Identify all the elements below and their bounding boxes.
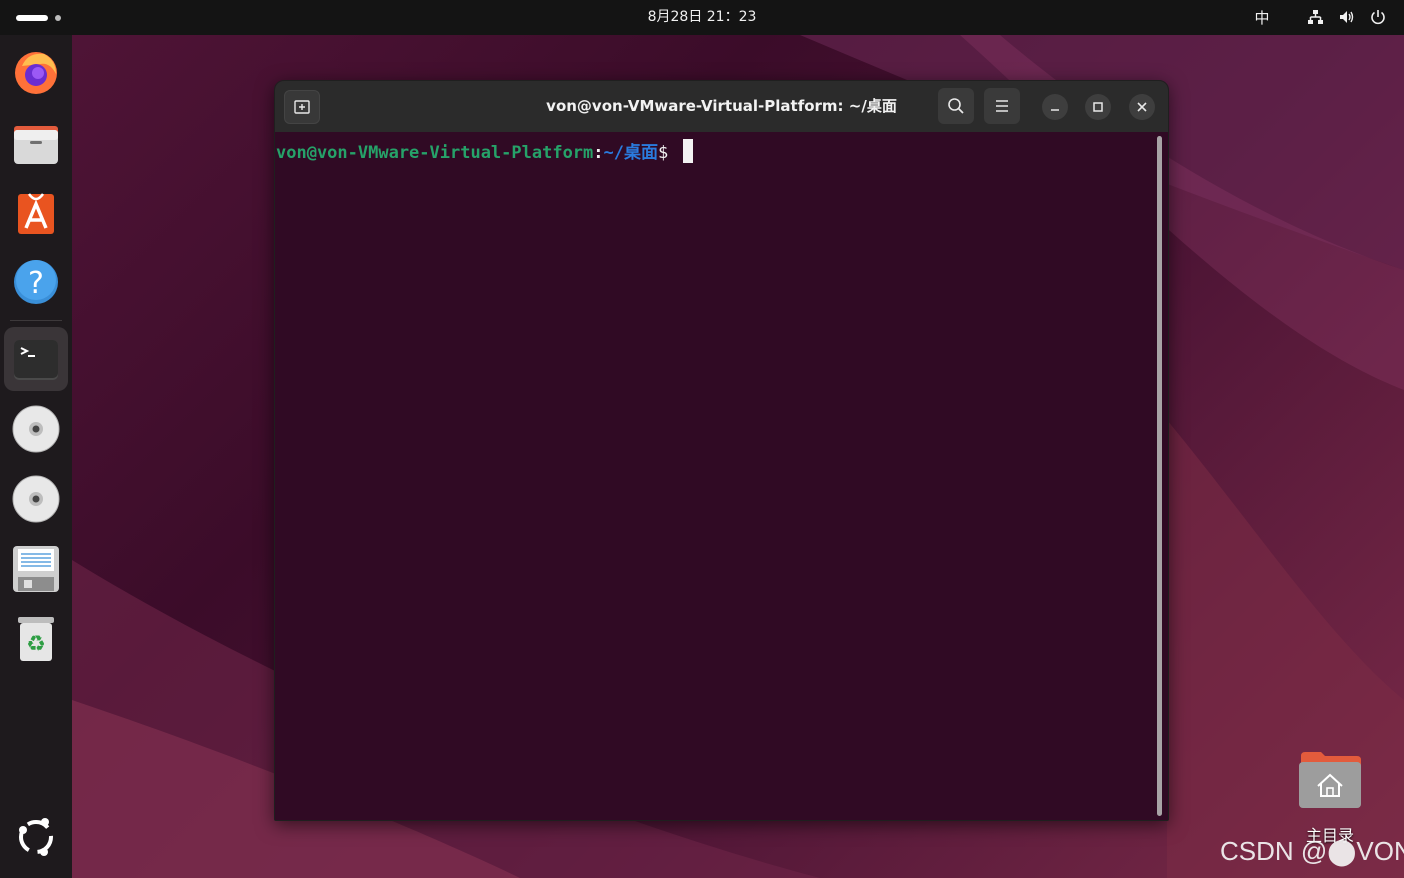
new-tab-icon: [294, 100, 310, 114]
svg-text:?: ?: [28, 266, 44, 301]
desktop-home-folder[interactable]: [1297, 750, 1363, 810]
dock: ? ♻: [0, 35, 72, 878]
cd-drive-icon: [12, 475, 60, 523]
minimize-icon: [1051, 109, 1059, 111]
network-icon: [1306, 8, 1326, 28]
prompt-user-host: von@von-VMware-Virtual-Platform: [276, 143, 594, 163]
show-apps-icon: [19, 818, 53, 856]
system-status-area[interactable]: [1302, 8, 1392, 28]
dock-separator: [10, 320, 62, 321]
hamburger-menu-icon: [996, 100, 1008, 112]
maximize-button[interactable]: [1085, 94, 1111, 120]
volume-icon: [1338, 8, 1358, 28]
watermark-text: CSDN @⬤VON: [1220, 836, 1404, 866]
dock-firefox[interactable]: [4, 40, 68, 104]
terminal-output[interactable]: von@von-VMware-Virtual-Platform:~/桌面$: [275, 132, 1155, 820]
search-button[interactable]: [938, 88, 974, 124]
cd-drive-icon: [12, 405, 60, 453]
help-icon: ?: [14, 260, 58, 304]
dock-help[interactable]: ?: [4, 250, 68, 314]
home-folder-icon: [1299, 752, 1361, 808]
dock-cd-drive-2[interactable]: [4, 467, 68, 531]
terminal-window[interactable]: von@von-VMware-Virtual-Platform: ~/桌面 vo…: [274, 80, 1169, 821]
dock-floppy[interactable]: [4, 537, 68, 601]
text-cursor: [682, 139, 693, 163]
dock-trash[interactable]: ♻: [4, 607, 68, 671]
prompt-path: ~/桌面: [603, 143, 659, 163]
dock-files[interactable]: [4, 110, 68, 174]
trash-icon: ♻: [18, 617, 54, 661]
menu-button[interactable]: [984, 88, 1020, 124]
top-bar: 8月28日 21：23 中: [0, 0, 1404, 35]
new-tab-button[interactable]: [284, 90, 320, 124]
close-button[interactable]: [1129, 94, 1155, 120]
power-icon: [1369, 8, 1389, 28]
dock-app-center[interactable]: [4, 180, 68, 244]
app-center-icon: [18, 193, 54, 234]
maximize-icon: [1093, 102, 1103, 112]
clock-container: 8月28日 21：23: [0, 0, 1404, 35]
clock[interactable]: 8月28日 21：23: [648, 9, 757, 25]
window-title: von@von-VMware-Virtual-Platform: ~/桌面: [546, 97, 897, 115]
files-icon: [14, 126, 58, 164]
close-icon: [1137, 102, 1147, 112]
terminal-scrollbar[interactable]: [1157, 136, 1162, 816]
search-icon: [948, 98, 964, 114]
minimize-button[interactable]: [1042, 94, 1068, 120]
prompt-line: von@von-VMware-Virtual-Platform:~/桌面$: [276, 139, 693, 164]
firefox-icon: [15, 52, 57, 94]
input-method-indicator[interactable]: 中: [1250, 8, 1274, 28]
activities-indicator[interactable]: [16, 13, 72, 23]
prompt-dollar: $: [658, 143, 669, 163]
workspace-active-pill: [16, 15, 48, 21]
prompt-colon: :: [593, 143, 604, 163]
dock-show-apps[interactable]: [4, 805, 68, 869]
dock-cd-drive-1[interactable]: [4, 397, 68, 461]
workspace-dot: [55, 15, 61, 21]
dock-terminal[interactable]: [4, 327, 68, 391]
svg-text:♻: ♻: [26, 632, 46, 657]
floppy-disk-icon: [13, 546, 59, 592]
terminal-icon: [14, 340, 58, 380]
terminal-titlebar[interactable]: von@von-VMware-Virtual-Platform: ~/桌面: [275, 81, 1168, 132]
